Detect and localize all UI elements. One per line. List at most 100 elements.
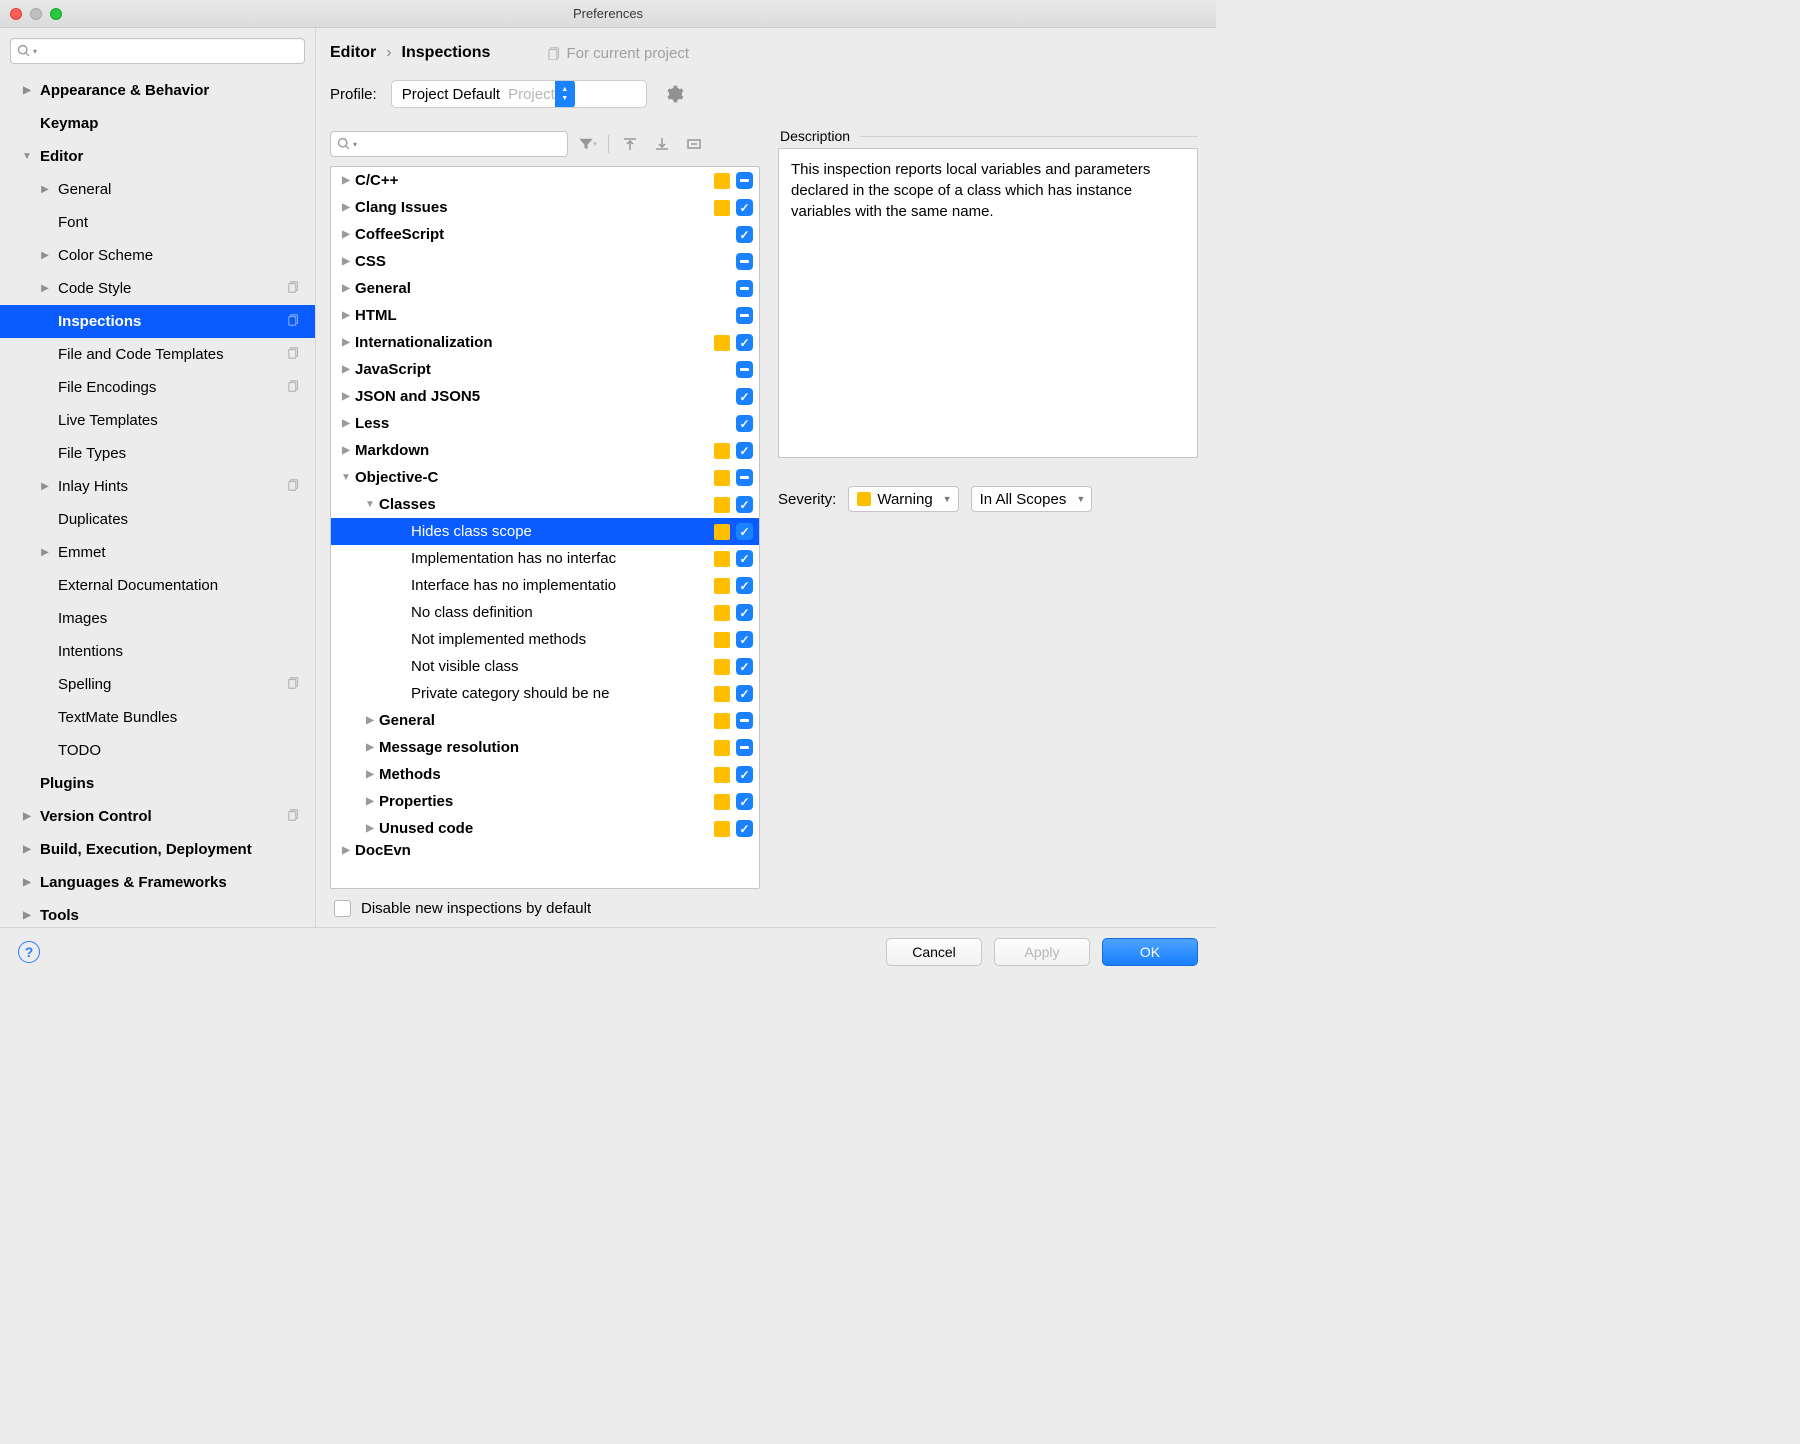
inspection-row[interactable]: ▶Properties <box>331 788 759 815</box>
breadcrumb-parent[interactable]: Editor <box>330 44 376 62</box>
sidebar-item[interactable]: ▶Inlay Hints <box>0 470 315 503</box>
inspection-checkbox[interactable] <box>736 712 753 729</box>
sidebar-item[interactable]: ▼Editor <box>0 140 315 173</box>
sidebar-item[interactable]: ▶Languages & Frameworks <box>0 866 315 899</box>
sidebar-item[interactable]: Font <box>0 206 315 239</box>
sidebar-item[interactable]: File and Code Templates <box>0 338 315 371</box>
inspection-checkbox[interactable] <box>736 307 753 324</box>
sidebar-search[interactable]: ▾ <box>10 38 305 64</box>
sidebar-item[interactable]: Duplicates <box>0 503 315 536</box>
inspection-row[interactable]: ▶Message resolution <box>331 734 759 761</box>
profile-settings-button[interactable] <box>661 81 687 107</box>
sidebar-item-label: Images <box>58 610 107 627</box>
inspection-row[interactable]: Hides class scope <box>331 518 759 545</box>
inspection-checkbox[interactable] <box>736 820 753 837</box>
inspection-checkbox[interactable] <box>736 577 753 594</box>
inspection-checkbox[interactable] <box>736 496 753 513</box>
reset-button[interactable] <box>681 131 707 157</box>
sidebar-item[interactable]: ▶Color Scheme <box>0 239 315 272</box>
inspection-row[interactable]: No class definition <box>331 599 759 626</box>
inspections-search[interactable]: ▾ <box>330 131 568 157</box>
expand-all-button[interactable] <box>617 131 643 157</box>
inspections-tree[interactable]: ▶C/C++▶Clang Issues▶CoffeeScript▶CSS▶Gen… <box>330 166 760 889</box>
sidebar-item[interactable]: Spelling <box>0 668 315 701</box>
sidebar-item[interactable]: TODO <box>0 734 315 767</box>
inspection-checkbox[interactable] <box>736 469 753 486</box>
inspection-checkbox[interactable] <box>736 739 753 756</box>
sidebar-item[interactable]: Inspections <box>0 305 315 338</box>
inspection-checkbox[interactable] <box>736 415 753 432</box>
inspection-checkbox[interactable] <box>736 658 753 675</box>
inspection-checkbox[interactable] <box>736 442 753 459</box>
sidebar-item[interactable]: ▶Tools <box>0 899 315 927</box>
inspection-row[interactable]: Private category should be ne <box>331 680 759 707</box>
sidebar-item[interactable]: ▶Keymap <box>0 107 315 140</box>
inspection-row[interactable]: ▶C/C++ <box>331 167 759 194</box>
inspection-row[interactable]: Not visible class <box>331 653 759 680</box>
inspection-row[interactable]: ▶HTML <box>331 302 759 329</box>
sidebar-item[interactable]: ▶Code Style <box>0 272 315 305</box>
inspection-row[interactable]: ▶JSON and JSON5 <box>331 383 759 410</box>
inspection-checkbox[interactable] <box>736 631 753 648</box>
disable-new-checkbox[interactable] <box>334 900 351 917</box>
ok-button[interactable]: OK <box>1102 938 1198 966</box>
inspection-checkbox[interactable] <box>736 388 753 405</box>
sidebar-item[interactable]: ▶Appearance & Behavior <box>0 74 315 107</box>
inspection-checkbox[interactable] <box>736 280 753 297</box>
inspection-checkbox[interactable] <box>736 172 753 189</box>
inspection-row[interactable]: ▶General <box>331 275 759 302</box>
inspection-checkbox[interactable] <box>736 766 753 783</box>
sidebar-item[interactable]: Intentions <box>0 635 315 668</box>
sidebar-item-label: TextMate Bundles <box>58 709 177 726</box>
sidebar-item-label: File Encodings <box>58 379 156 396</box>
inspection-row[interactable]: ▶Unused code <box>331 815 759 842</box>
help-button[interactable]: ? <box>18 941 40 963</box>
inspection-row[interactable]: ▶JavaScript <box>331 356 759 383</box>
inspection-checkbox[interactable] <box>736 685 753 702</box>
inspection-row[interactable]: ▼Classes <box>331 491 759 518</box>
inspection-row[interactable]: ▶Markdown <box>331 437 759 464</box>
disclosure-icon: ▶ <box>361 769 379 780</box>
inspection-checkbox[interactable] <box>736 334 753 351</box>
sidebar-item[interactable]: ▶Plugins <box>0 767 315 800</box>
sidebar-item[interactable]: ▶General <box>0 173 315 206</box>
inspection-checkbox[interactable] <box>736 253 753 270</box>
inspection-row[interactable]: ▶CoffeeScript <box>331 221 759 248</box>
apply-button[interactable]: Apply <box>994 938 1090 966</box>
inspection-row[interactable]: ▶Clang Issues <box>331 194 759 221</box>
inspection-row[interactable]: ▶CSS <box>331 248 759 275</box>
inspection-checkbox[interactable] <box>736 361 753 378</box>
inspection-checkbox[interactable] <box>736 226 753 243</box>
inspection-row[interactable]: ▶General <box>331 707 759 734</box>
inspection-checkbox[interactable] <box>736 523 753 540</box>
sidebar-item[interactable]: Images <box>0 602 315 635</box>
sidebar-item[interactable]: ▶Build, Execution, Deployment <box>0 833 315 866</box>
profile-stepper[interactable]: ▲▼ <box>555 80 575 108</box>
inspection-checkbox[interactable] <box>736 604 753 621</box>
sidebar-item-label: Keymap <box>40 115 98 132</box>
collapse-all-button[interactable] <box>649 131 675 157</box>
inspection-row[interactable]: Not implemented methods <box>331 626 759 653</box>
profile-select[interactable]: Project Default Project ▲▼ <box>391 80 647 108</box>
inspection-row[interactable]: ▼Objective-C <box>331 464 759 491</box>
sidebar-item[interactable]: ▶Emmet <box>0 536 315 569</box>
sidebar-item[interactable]: Live Templates <box>0 404 315 437</box>
inspection-checkbox[interactable] <box>736 550 753 567</box>
inspection-row[interactable]: ▶Methods <box>331 761 759 788</box>
inspection-checkbox[interactable] <box>736 793 753 810</box>
inspection-checkbox[interactable] <box>736 199 753 216</box>
disclosure-icon: ▶ <box>18 85 36 96</box>
inspection-row[interactable]: Interface has no implementatio <box>331 572 759 599</box>
scope-select[interactable]: In All Scopes ▼ <box>971 486 1093 512</box>
sidebar-item[interactable]: External Documentation <box>0 569 315 602</box>
inspection-row[interactable]: ▶Internationalization <box>331 329 759 356</box>
sidebar-item[interactable]: TextMate Bundles <box>0 701 315 734</box>
filter-button[interactable]: ▾ <box>574 131 600 157</box>
sidebar-item[interactable]: File Types <box>0 437 315 470</box>
cancel-button[interactable]: Cancel <box>886 938 982 966</box>
inspection-row[interactable]: Implementation has no interfac <box>331 545 759 572</box>
severity-select[interactable]: Warning ▼ <box>848 486 958 512</box>
inspection-row[interactable]: ▶Less <box>331 410 759 437</box>
sidebar-item[interactable]: ▶Version Control <box>0 800 315 833</box>
sidebar-item[interactable]: File Encodings <box>0 371 315 404</box>
